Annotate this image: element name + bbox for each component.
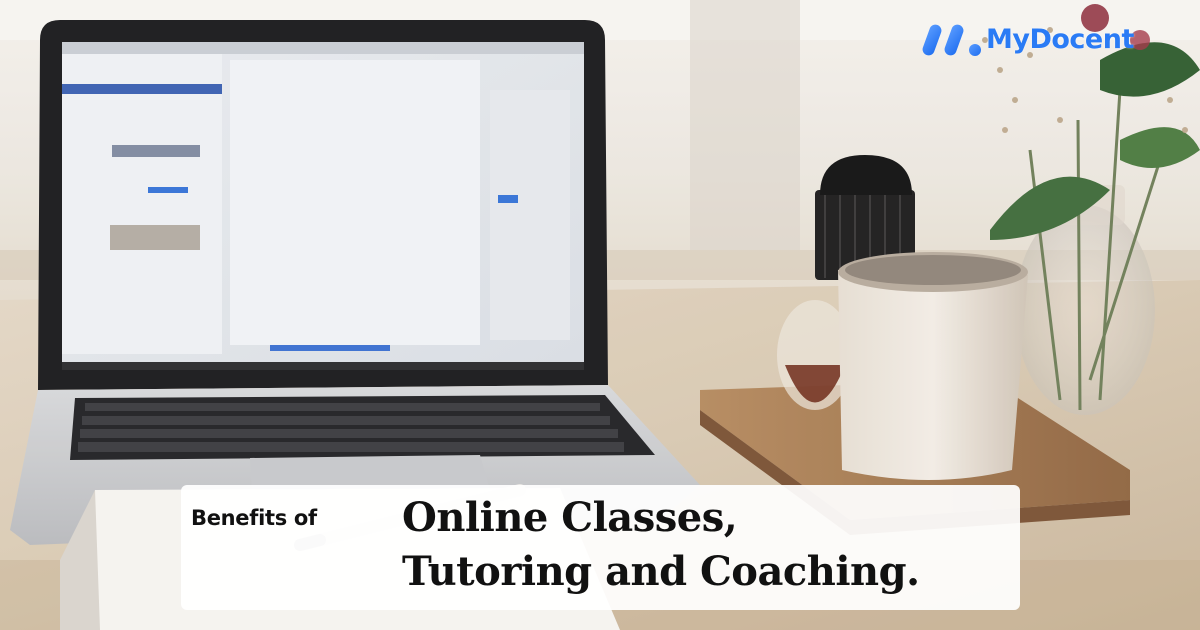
caption-prefix: Benefits of	[191, 506, 317, 530]
caption-title-line1: Online Classes,	[402, 494, 738, 541]
brand-name: MyDocent	[986, 24, 1134, 55]
brand-logo: MyDocent	[922, 18, 1134, 62]
mydocent-logo-icon	[922, 24, 981, 56]
caption-title-line2: Tutoring and Coaching.	[402, 548, 920, 595]
